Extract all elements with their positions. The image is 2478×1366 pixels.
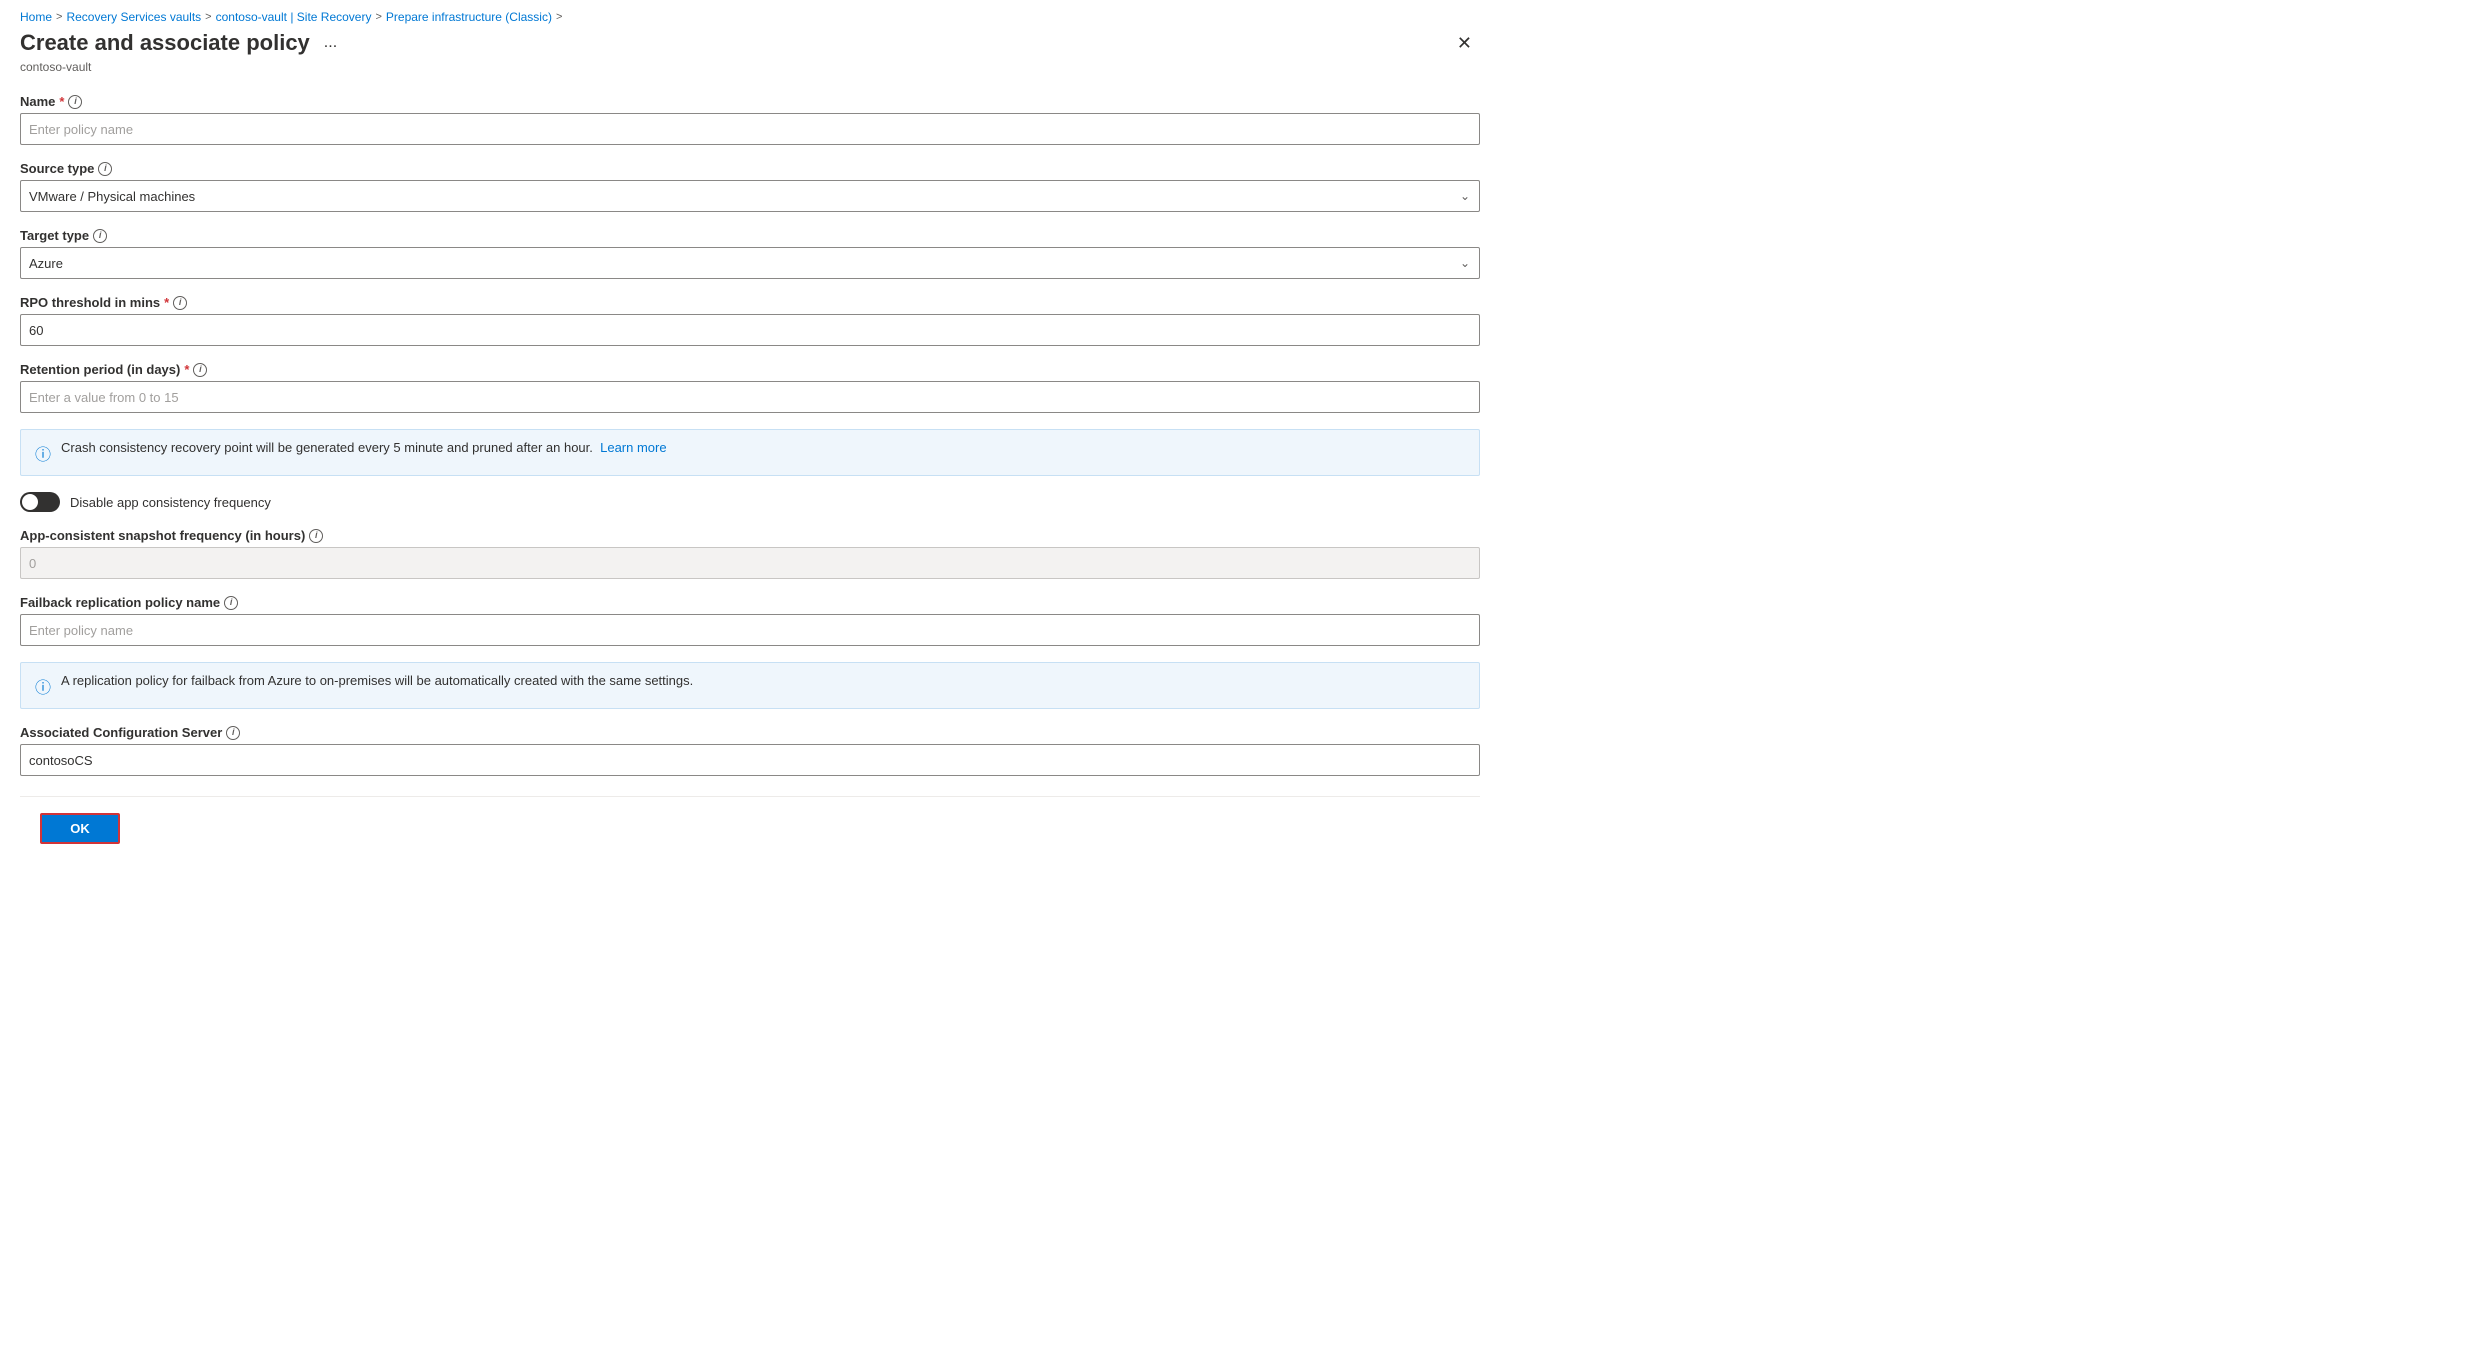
name-label: Name * i — [20, 94, 1480, 109]
retention-required-star: * — [184, 362, 189, 377]
failback-info-icon[interactable]: i — [224, 596, 238, 610]
rpo-required-star: * — [164, 295, 169, 310]
assoc-config-info-icon[interactable]: i — [226, 726, 240, 740]
ok-button[interactable]: OK — [40, 813, 120, 844]
toggle-disable-app-consistency[interactable] — [20, 492, 60, 512]
target-type-field: Target type i Azure ⌄ — [20, 228, 1480, 279]
close-button[interactable]: ✕ — [1449, 30, 1480, 56]
assoc-config-input[interactable] — [20, 744, 1480, 776]
app-snapshot-input[interactable] — [20, 547, 1480, 579]
assoc-config-label: Associated Configuration Server i — [20, 725, 1480, 740]
target-type-wrapper: Azure ⌄ — [20, 247, 1480, 279]
retention-field: Retention period (in days) * i — [20, 362, 1480, 413]
breadcrumb-prepare-infra[interactable]: Prepare infrastructure (Classic) — [386, 10, 552, 24]
learn-more-link-1[interactable]: Learn more — [600, 440, 666, 455]
more-options-button[interactable]: ... — [318, 32, 343, 54]
app-snapshot-field: App-consistent snapshot frequency (in ho… — [20, 528, 1480, 579]
name-required-star: * — [59, 94, 64, 109]
crash-consistency-text: Crash consistency recovery point will be… — [61, 440, 667, 455]
source-type-info-icon[interactable]: i — [98, 162, 112, 176]
source-type-wrapper: VMware / Physical machines Hyper-V ⌄ — [20, 180, 1480, 212]
crash-consistency-info-box: ⓘ Crash consistency recovery point will … — [20, 429, 1480, 476]
name-input[interactable] — [20, 113, 1480, 145]
app-snapshot-info-icon[interactable]: i — [309, 529, 323, 543]
failback-field: Failback replication policy name i — [20, 595, 1480, 646]
source-type-label: Source type i — [20, 161, 1480, 176]
target-type-info-icon[interactable]: i — [93, 229, 107, 243]
failback-label: Failback replication policy name i — [20, 595, 1480, 610]
page-header: Create and associate policy ... ✕ — [20, 30, 1480, 56]
target-type-select[interactable]: Azure — [20, 247, 1480, 279]
source-type-select[interactable]: VMware / Physical machines Hyper-V — [20, 180, 1480, 212]
target-type-label: Target type i — [20, 228, 1480, 243]
bottom-actions: OK — [20, 796, 1480, 860]
retention-label: Retention period (in days) * i — [20, 362, 1480, 377]
info-circle-icon-2: ⓘ — [35, 674, 51, 698]
page-title: Create and associate policy — [20, 30, 310, 56]
toggle-label: Disable app consistency frequency — [70, 495, 271, 510]
failback-input[interactable] — [20, 614, 1480, 646]
form-section: Name * i Source type i VMware / Physical… — [20, 94, 1480, 776]
retention-info-icon[interactable]: i — [193, 363, 207, 377]
rpo-label: RPO threshold in mins * i — [20, 295, 1480, 310]
retention-input[interactable] — [20, 381, 1480, 413]
toggle-slider — [20, 492, 60, 512]
disable-app-consistency-row: Disable app consistency frequency — [20, 492, 1480, 512]
breadcrumb-contoso-vault[interactable]: contoso-vault | Site Recovery — [216, 10, 372, 24]
assoc-config-field: Associated Configuration Server i — [20, 725, 1480, 776]
name-field: Name * i — [20, 94, 1480, 145]
breadcrumb-recovery-vaults[interactable]: Recovery Services vaults — [66, 10, 201, 24]
failback-info-text: A replication policy for failback from A… — [61, 673, 693, 688]
rpo-field: RPO threshold in mins * i — [20, 295, 1480, 346]
name-info-icon[interactable]: i — [68, 95, 82, 109]
breadcrumb: Home > Recovery Services vaults > contos… — [0, 0, 2478, 30]
failback-info-box: ⓘ A replication policy for failback from… — [20, 662, 1480, 709]
rpo-input[interactable] — [20, 314, 1480, 346]
page-subtitle: contoso-vault — [20, 60, 1480, 74]
app-snapshot-label: App-consistent snapshot frequency (in ho… — [20, 528, 1480, 543]
source-type-field: Source type i VMware / Physical machines… — [20, 161, 1480, 212]
rpo-info-icon[interactable]: i — [173, 296, 187, 310]
info-circle-icon: ⓘ — [35, 441, 51, 465]
breadcrumb-home[interactable]: Home — [20, 10, 52, 24]
